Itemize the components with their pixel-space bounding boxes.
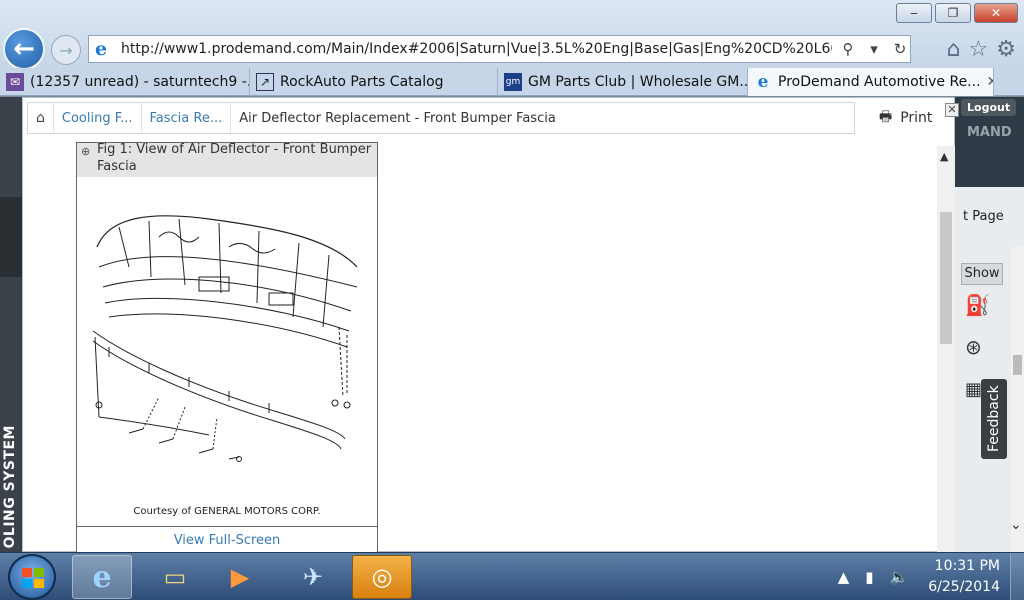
air-deflector-diagram[interactable]: [89, 207, 367, 469]
clock-date: 6/25/2014: [928, 579, 1000, 595]
logout-button[interactable]: Logout: [961, 99, 1017, 116]
figure-caption-text: Fig 1: View of Air Deflector - Front Bum…: [97, 143, 372, 174]
close-panel-icon[interactable]: ✕: [945, 103, 959, 117]
scroll-thumb[interactable]: [1013, 355, 1022, 375]
taskbar-internet-explorer[interactable]: e: [72, 555, 132, 599]
figure-courtesy: Courtesy of GENERAL MOTORS CORP.: [133, 506, 321, 517]
brand-text: MAND: [967, 125, 1012, 140]
windows-taskbar: e ▭ ▶ ✈ ◎ ▲ ▮ 🔈 10:31 PM 6/25/2014: [0, 552, 1024, 600]
arrow-right-icon: →: [59, 40, 73, 60]
tab-gmparts[interactable]: gm GM Parts Club | Wholesale GM...: [498, 68, 748, 96]
rockauto-icon: ↗: [256, 73, 274, 91]
tab-label: GM Parts Club | Wholesale GM...: [528, 74, 748, 90]
system-tray: ▲ ▮ 🔈 10:31 PM 6/25/2014: [830, 553, 1024, 600]
tab-label: RockAuto Parts Catalog: [280, 74, 444, 90]
breadcrumb-current: Air Deflector Replacement - Front Bumper…: [239, 110, 556, 126]
volume-icon[interactable]: 🔈: [890, 568, 909, 586]
address-bar[interactable]: e http://www1.prodemand.com/Main/Index#2…: [88, 35, 911, 63]
view-full-screen-link[interactable]: View Full-Screen: [77, 526, 377, 553]
taskbar-file-explorer[interactable]: ▭: [145, 555, 205, 599]
content-scrollbar[interactable]: ▲: [937, 146, 955, 552]
zoom-icon[interactable]: ⊕: [81, 143, 90, 160]
favorites-star-icon[interactable]: ☆: [969, 37, 989, 62]
show-desktop-button[interactable]: [1010, 553, 1024, 600]
close-tab-icon[interactable]: ✕: [981, 74, 993, 90]
browser-tools: ⌂ ☆ ⚙: [947, 37, 1016, 62]
left-strip-block: [0, 197, 22, 277]
taskbar-remote-desktop[interactable]: ✈: [283, 555, 343, 599]
media-player-icon: ▶: [230, 563, 250, 591]
scroll-up-icon[interactable]: ▲: [940, 150, 948, 163]
gear-icon[interactable]: ⚙: [996, 37, 1016, 62]
breadcrumb-item-fascia[interactable]: Fascia Re...: [142, 103, 232, 133]
breadcrumb: ⌂ Cooling F... Fascia Re... Air Deflecto…: [27, 102, 855, 134]
chevron-down-icon[interactable]: ▾: [864, 40, 884, 58]
taskbar-app-active[interactable]: ◎: [352, 555, 412, 599]
start-button[interactable]: [8, 554, 56, 600]
taskbar-media-player[interactable]: ▶: [210, 555, 270, 599]
remote-desktop-icon: ✈: [302, 563, 324, 591]
printer-icon: 🖶: [879, 109, 893, 125]
gm-icon: gm: [504, 73, 522, 91]
folder-icon: ▭: [163, 563, 187, 591]
ie-icon: e: [757, 72, 769, 92]
power-icon[interactable]: ▮: [865, 568, 873, 586]
print-button[interactable]: 🖶 Print: [879, 106, 932, 130]
calculator-icon[interactable]: ▦: [965, 379, 982, 400]
clock-time: 10:31 PM: [934, 558, 1000, 574]
mail-icon: ✉: [6, 73, 24, 91]
tab-prodemand[interactable]: e ProDemand Automotive Re... ✕: [748, 68, 994, 96]
home-icon[interactable]: ⌂: [947, 37, 961, 62]
ie-icon: e: [92, 559, 112, 595]
section-label: OLING SYSTEM: [2, 424, 18, 548]
url-text[interactable]: http://www1.prodemand.com/Main/Index#200…: [121, 41, 832, 57]
page-content: OLING SYSTEM Logout MAND t Page Show ⛽ ⊛…: [0, 97, 1024, 553]
search-icon[interactable]: ⚲: [838, 40, 858, 58]
refresh-icon[interactable]: ↻: [890, 40, 910, 58]
minimize-button[interactable]: ‒: [896, 3, 932, 23]
print-label: Print: [900, 110, 933, 126]
tab-rockauto[interactable]: ↗ RockAuto Parts Catalog: [250, 68, 498, 96]
oil-can-icon[interactable]: ⛽: [965, 293, 990, 317]
chevron-down-icon[interactable]: ⌄: [1010, 517, 1022, 533]
clock[interactable]: 10:31 PM 6/25/2014: [928, 556, 1000, 598]
tab-bar: ✉ (12357 unread) - saturntech9 -... ↗ Ro…: [0, 68, 1024, 96]
forward-button[interactable]: →: [51, 35, 81, 65]
sidebar-scrollbar[interactable]: [1011, 247, 1024, 552]
window-controls: ‒ ❐ ✕: [896, 3, 1018, 23]
sidebar-header: Logout MAND: [955, 97, 1024, 187]
page-label[interactable]: t Page: [963, 209, 1004, 224]
breadcrumb-item-cooling[interactable]: Cooling F...: [54, 103, 142, 133]
article-panel: ⌂ Cooling F... Fascia Re... Air Deflecto…: [22, 97, 959, 553]
right-sidebar: Logout MAND t Page Show ⛽ ⊛ ▦ Feedback: [955, 97, 1024, 552]
scroll-thumb[interactable]: [940, 212, 952, 344]
ie-icon: e: [95, 38, 108, 60]
tab-label: (12357 unread) - saturntech9 -...: [30, 74, 250, 90]
windows-logo-icon: [22, 568, 44, 588]
home-icon[interactable]: ⌂: [28, 103, 54, 133]
arrow-left-icon: ←: [13, 34, 35, 64]
restore-button[interactable]: ❐: [935, 3, 971, 23]
show-button[interactable]: Show: [961, 263, 1003, 285]
feedback-tab[interactable]: Feedback: [981, 379, 1007, 459]
wheel-icon[interactable]: ⊛: [965, 335, 982, 359]
chat-bubble-icon: ◎: [371, 563, 393, 591]
figure-caption: ⊕ Fig 1: View of Air Deflector - Front B…: [77, 143, 377, 177]
back-button[interactable]: ←: [3, 28, 45, 70]
browser-titlebar: ‒ ❐ ✕ ← → e http://www1.prodemand.com/Ma…: [0, 0, 1024, 70]
close-window-button[interactable]: ✕: [974, 3, 1018, 23]
tab-mail[interactable]: ✉ (12357 unread) - saturntech9 -...: [0, 68, 250, 96]
tab-label: ProDemand Automotive Re...: [778, 74, 981, 90]
figure-box: ⊕ Fig 1: View of Air Deflector - Front B…: [76, 142, 378, 553]
left-section-strip: OLING SYSTEM: [0, 97, 22, 552]
show-hidden-icons-icon[interactable]: ▲: [838, 568, 850, 586]
